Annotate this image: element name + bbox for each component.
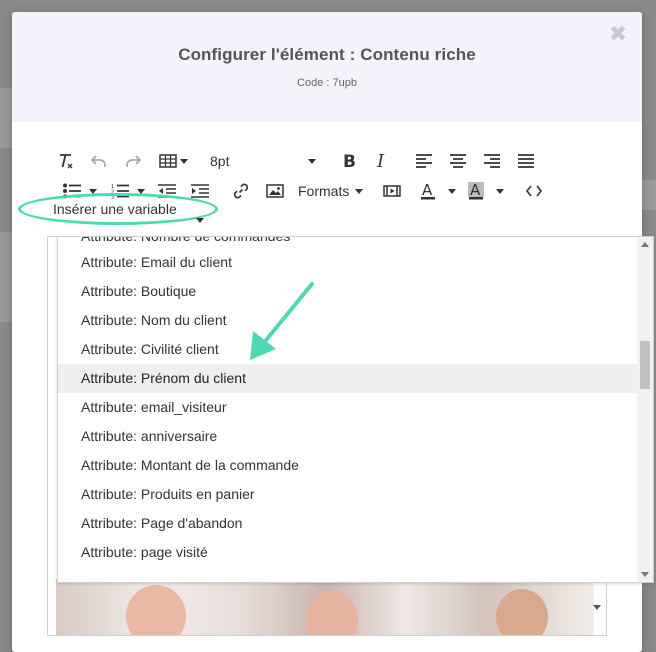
annotation-arrow-icon [250, 282, 314, 360]
